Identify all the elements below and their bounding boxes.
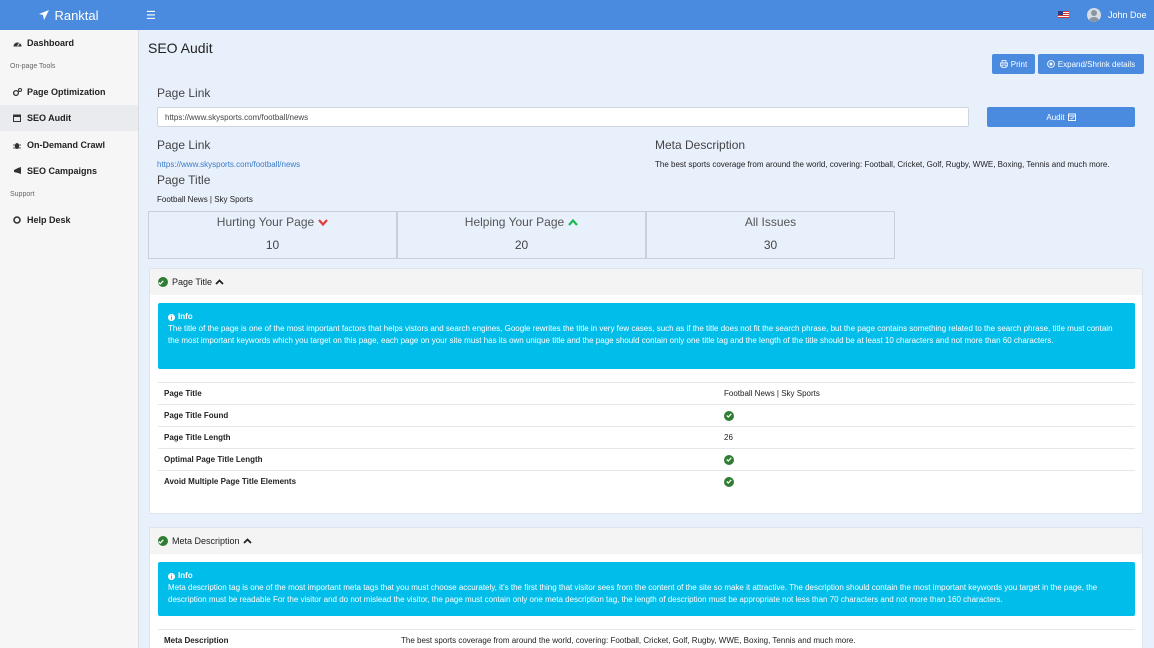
calendar-check-icon [12,114,22,122]
card-heading: Page Title [172,277,213,287]
table-row: Page Title Length 26 [158,426,1135,448]
info-circle-icon [168,313,175,321]
row-value: The best sports coverage from around the… [401,636,856,645]
page-title-info-box: Info The title of the page is one of the… [158,303,1135,369]
print-icon [999,60,1008,68]
chevron-down-icon [318,218,329,226]
info-circle-icon [168,572,175,580]
sidebar-item-page-optimization[interactable]: Page Optimization [0,79,138,105]
stat-helping[interactable]: Helping Your Page 20 [397,211,646,259]
user-name[interactable]: John Doe [1108,10,1147,20]
top-navbar: Ranktal ☰ John Doe [0,0,1154,30]
summary-page-link[interactable]: https://www.skysports.com/football/news [157,160,300,169]
dashboard-icon [12,40,22,47]
check-circle-icon [724,476,734,487]
sidebar-item-seo-audit[interactable]: SEO Audit [0,105,138,131]
sidebar-item-on-demand-crawl[interactable]: On-Demand Crawl [0,132,138,158]
sidebar-item-label: Dashboard [27,38,75,48]
table-row: Optimal Page Title Length [158,448,1135,470]
sidebar-item-label: Page Optimization [27,87,106,97]
stat-label: Helping Your Page [464,215,565,229]
expand-shrink-button[interactable]: Expand/Shrink details [1038,54,1144,74]
row-key: Page Title [164,389,202,398]
sidebar-item-help-desk[interactable]: Help Desk [0,207,138,233]
menu-toggle-icon[interactable]: ☰ [146,9,156,22]
calendar-check-icon [1067,113,1076,121]
avatar[interactable] [1087,8,1101,22]
brand-name: Ranktal [54,7,99,23]
check-circle-icon [724,410,734,421]
brand-logo[interactable]: Ranktal [0,0,138,30]
table-row: Avoid Multiple Page Title Elements [158,470,1135,492]
info-text: The title of the page is one of the most… [168,324,1113,345]
info-text: Meta description tag is one of the most … [168,583,1098,604]
summary-meta-description: The best sports coverage from around the… [655,160,1110,169]
row-key: Optimal Page Title Length [164,455,263,464]
expand-label: Expand/Shrink details [1057,59,1136,69]
row-key: Page Title Found [164,411,229,420]
stat-all-issues[interactable]: All Issues 30 [646,211,895,259]
meta-description-card-header[interactable]: Meta Description [150,528,1142,554]
card-heading: Meta Description [172,536,240,546]
section-label-onpage-tools: On-page Tools [10,63,56,70]
row-key: Page Title Length [164,433,231,442]
audit-button[interactable]: Audit [987,107,1135,127]
page-link-input[interactable] [157,107,969,127]
life-ring-icon [12,216,22,224]
page-title-card-header[interactable]: Page Title [150,269,1142,295]
bug-icon [12,141,22,150]
row-key: Meta Description [164,636,229,645]
sidebar-item-dashboard[interactable]: Dashboard [0,30,138,56]
row-key: Avoid Multiple Page Title Elements [164,477,297,486]
stat-value: 10 [265,238,280,252]
meta-description-info-box: Info Meta description tag is one of the … [158,562,1135,616]
table-row: Page Title Found [158,404,1135,426]
summary-page-title-label: Page Title [157,173,211,187]
chevron-up-icon [242,538,252,544]
sidebar-item-seo-campaigns[interactable]: SEO Campaigns [0,158,138,184]
chevron-up-icon [215,279,224,285]
expand-icon [1046,60,1055,68]
sidebar-item-label: SEO Audit [27,113,72,123]
sidebar-item-label: Help Desk [27,215,71,225]
us-flag-icon[interactable] [1058,11,1069,18]
sidebar-item-label: SEO Campaigns [27,166,98,176]
stat-label: Hurting Your Page [216,215,315,229]
stat-value: 30 [763,238,778,252]
table-row: Meta Description The best sports coverag… [158,629,1135,648]
summary-meta-description-label: Meta Description [655,138,746,152]
check-circle-icon [724,454,734,465]
sidebar: Dashboard On-page Tools Page Optimizatio… [0,30,139,648]
stat-hurting[interactable]: Hurting Your Page 10 [148,211,397,259]
row-value: Football News | Sky Sports [724,389,820,398]
check-circle-icon [158,277,168,287]
cogs-icon [12,88,22,96]
page-title-card: Page Title Info The title of the page is… [149,268,1143,514]
print-label: Print [1010,59,1028,69]
sidebar-item-label: On-Demand Crawl [27,140,106,150]
info-title: Info [178,312,193,321]
summary-page-link-label: Page Link [157,138,211,152]
paper-plane-icon [39,10,50,20]
audit-label: Audit [1046,112,1065,122]
stat-value: 20 [514,238,529,252]
section-label-support: Support [10,191,35,198]
bullhorn-icon [12,167,22,175]
table-row: Page Title Football News | Sky Sports [158,382,1135,404]
page-link-input-label: Page Link [157,86,211,100]
stat-label: All Issues [744,215,797,229]
info-title: Info [178,571,193,580]
summary-page-title: Football News | Sky Sports [157,195,253,204]
row-value: 26 [724,433,733,442]
print-button[interactable]: Print [992,54,1035,74]
meta-description-card: Meta Description Info Meta description t… [149,527,1143,648]
check-circle-icon [158,536,168,546]
page-title: SEO Audit [148,40,213,56]
chevron-up-icon [568,218,579,226]
